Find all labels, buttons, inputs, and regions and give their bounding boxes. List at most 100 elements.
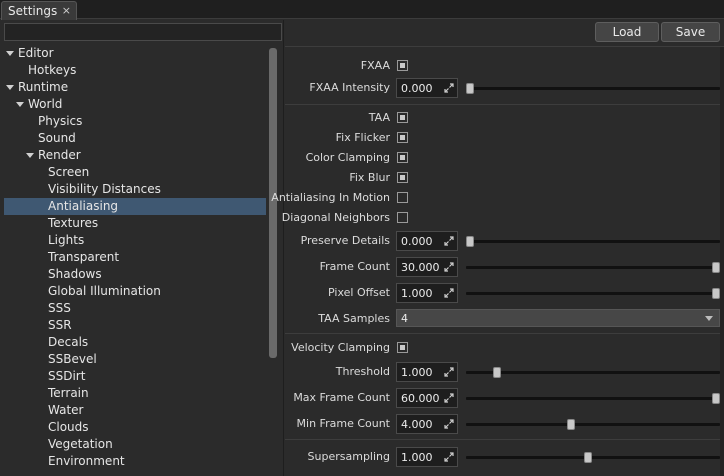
- tree-item[interactable]: SSDirt: [4, 368, 266, 385]
- row-supersampling: Supersampling 1.000: [285, 447, 724, 467]
- tree-item[interactable]: Visibility Distances: [4, 181, 266, 198]
- fix-flicker-checkbox[interactable]: [397, 132, 408, 143]
- tree-item-label: Visibility Distances: [48, 182, 161, 196]
- tree-item[interactable]: Render: [4, 147, 266, 164]
- tree-item-label: Hotkeys: [28, 63, 77, 77]
- save-button[interactable]: Save: [661, 22, 720, 42]
- slider-thumb[interactable]: [466, 236, 474, 247]
- tree-item[interactable]: Vegetation: [4, 436, 266, 453]
- fix-blur-checkbox[interactable]: [397, 172, 408, 183]
- frame-count-label: Frame Count: [319, 260, 390, 273]
- expand-icon[interactable]: [444, 288, 454, 298]
- tree-item[interactable]: Shadows: [4, 266, 266, 283]
- tree-item[interactable]: World: [4, 96, 266, 113]
- close-icon[interactable]: ×: [62, 4, 71, 17]
- pixel-offset-slider[interactable]: [466, 283, 720, 303]
- settings-tree: Editor Hotkeys Runtime World Physics Sound Ren…: [4, 45, 266, 475]
- tree-item[interactable]: Textures: [4, 215, 266, 232]
- aa-in-motion-checkbox[interactable]: [397, 192, 408, 203]
- tree-item[interactable]: Editor: [4, 45, 266, 62]
- tree-item[interactable]: Water: [4, 402, 266, 419]
- fxaa-intensity-slider[interactable]: [466, 78, 720, 98]
- max-frame-count-field[interactable]: 60.000: [396, 388, 458, 408]
- max-frame-count-slider[interactable]: [466, 388, 720, 408]
- expand-icon[interactable]: [444, 83, 454, 93]
- pixel-offset-label: Pixel Offset: [328, 286, 390, 299]
- tree-item[interactable]: Lights: [4, 232, 266, 249]
- expand-arrow-icon[interactable]: [26, 153, 34, 158]
- row-color-clamping: Color Clamping: [285, 148, 724, 168]
- threshold-slider[interactable]: [466, 362, 720, 382]
- fix-flicker-label: Fix Flicker: [335, 131, 390, 144]
- expand-icon[interactable]: [444, 419, 454, 429]
- tree-item[interactable]: Terrain: [4, 385, 266, 402]
- slider-thumb[interactable]: [584, 452, 592, 463]
- slider-track: [466, 423, 720, 426]
- load-button[interactable]: Load: [595, 22, 659, 42]
- tree-item[interactable]: Global Illumination: [4, 283, 266, 300]
- velocity-clamping-label: Velocity Clamping: [291, 341, 390, 354]
- expand-arrow-icon[interactable]: [16, 102, 24, 107]
- tree-item[interactable]: SSBevel: [4, 351, 266, 368]
- min-frame-count-slider[interactable]: [466, 414, 720, 434]
- row-velocity-clamping: Velocity Clamping: [285, 338, 724, 358]
- fxaa-checkbox[interactable]: [397, 60, 408, 71]
- tree-item[interactable]: SSR: [4, 317, 266, 334]
- expand-arrow-icon[interactable]: [6, 85, 14, 90]
- tree-item[interactable]: Physics: [4, 113, 266, 130]
- preserve-details-field[interactable]: 0.000: [396, 231, 458, 251]
- chevron-down-icon: [705, 316, 713, 321]
- tree-item-label: SSBevel: [48, 352, 97, 366]
- tree-item-label: Physics: [38, 114, 83, 128]
- tree-item[interactable]: Sound: [4, 130, 266, 147]
- slider-thumb[interactable]: [466, 83, 474, 94]
- slider-thumb[interactable]: [712, 288, 720, 299]
- expand-icon[interactable]: [444, 262, 454, 272]
- expand-icon[interactable]: [444, 393, 454, 403]
- fxaa-intensity-field[interactable]: 0.000: [396, 78, 458, 98]
- slider-thumb[interactable]: [712, 393, 720, 404]
- preserve-details-slider[interactable]: [466, 231, 720, 251]
- fxaa-label: FXAA: [360, 59, 390, 72]
- section-divider: [285, 439, 724, 440]
- min-frame-count-field[interactable]: 4.000: [396, 414, 458, 434]
- expand-icon[interactable]: [444, 236, 454, 246]
- section-divider: [285, 104, 724, 105]
- frame-count-value: 30.000: [401, 261, 440, 274]
- min-frame-count-label: Min Frame Count: [296, 417, 390, 430]
- frame-count-field[interactable]: 30.000: [396, 257, 458, 277]
- supersampling-field[interactable]: 1.000: [396, 447, 458, 467]
- tree-item[interactable]: Transparent: [4, 249, 266, 266]
- expand-icon[interactable]: [444, 367, 454, 377]
- tree-item-label: Screen: [48, 165, 90, 179]
- tree-item[interactable]: SSS: [4, 300, 266, 317]
- velocity-clamping-checkbox[interactable]: [397, 342, 408, 353]
- tree-item-label: Runtime: [18, 80, 69, 94]
- tree-item[interactable]: Decals: [4, 334, 266, 351]
- diagonal-neighbors-label: Diagonal Neighbors: [281, 211, 390, 224]
- tree-item[interactable]: Environment: [4, 453, 266, 470]
- settings-scrollbar[interactable]: [720, 47, 724, 476]
- toolbar-divider: [285, 46, 724, 47]
- frame-count-slider[interactable]: [466, 257, 720, 277]
- slider-thumb[interactable]: [567, 419, 575, 430]
- taa-checkbox[interactable]: [397, 112, 408, 123]
- expand-arrow-icon[interactable]: [6, 51, 14, 56]
- tab-settings[interactable]: Settings ×: [1, 1, 77, 20]
- tree-item[interactable]: Screen: [4, 164, 266, 181]
- tree-item[interactable]: Clouds: [4, 419, 266, 436]
- color-clamping-checkbox[interactable]: [397, 152, 408, 163]
- expand-icon[interactable]: [444, 452, 454, 462]
- row-diagonal-neighbors: Diagonal Neighbors: [281, 208, 724, 228]
- diagonal-neighbors-checkbox[interactable]: [397, 212, 408, 223]
- tree-item[interactable]: Runtime: [4, 79, 266, 96]
- slider-thumb[interactable]: [712, 262, 720, 273]
- pixel-offset-field[interactable]: 1.000: [396, 283, 458, 303]
- supersampling-slider[interactable]: [466, 447, 720, 467]
- threshold-field[interactable]: 1.000: [396, 362, 458, 382]
- slider-thumb[interactable]: [493, 367, 501, 378]
- taa-samples-dropdown[interactable]: 4: [396, 309, 720, 327]
- tree-item[interactable]: Antialiasing: [4, 198, 266, 215]
- tree-search-input[interactable]: [4, 23, 282, 41]
- tree-item[interactable]: Hotkeys: [4, 62, 266, 79]
